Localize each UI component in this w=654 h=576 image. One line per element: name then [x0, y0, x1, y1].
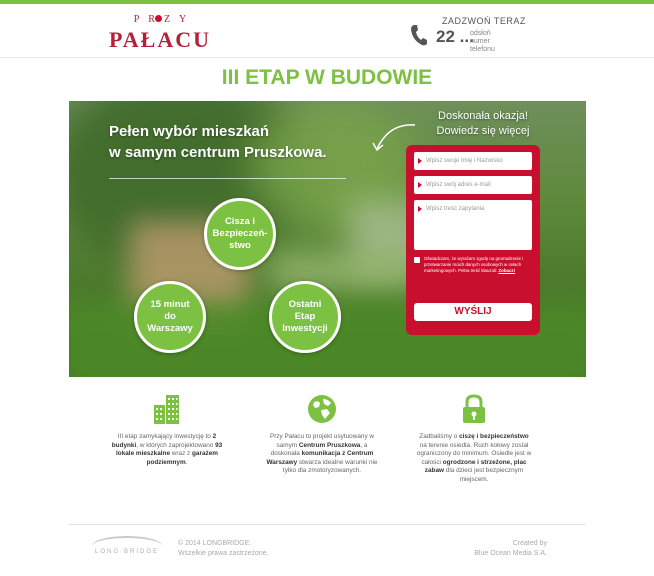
- padlock-icon: [463, 394, 485, 423]
- features-section: III etap zamykający inwestycję to 2 budy…: [0, 393, 654, 513]
- caret-right-icon: [418, 158, 422, 164]
- reveal-number-link[interactable]: odsłoń numer telefonu: [470, 30, 510, 54]
- copyright: © 2014 LONGBRIDGE. Wszelkie prawa zastrz…: [178, 539, 269, 559]
- bubble-label: Ostatni Etap Inwestycji: [282, 299, 328, 334]
- caret-right-icon: [418, 206, 422, 212]
- footer-logo-text: LONG·BRIDGE: [94, 549, 159, 555]
- feature-text-part: dla dzieci jest bezpiecznym miejscem.: [443, 467, 524, 483]
- email-field[interactable]: Wpisz swój adres e-mail: [414, 176, 532, 194]
- footer-divider: [69, 524, 586, 525]
- feature-text-bold: Centrum Pruszkowa: [298, 441, 361, 449]
- email-placeholder: Wpisz swój adres e-mail: [426, 182, 491, 188]
- feature-text-security: Zadbaliśmy o ciszę i bezpieczeństwo na t…: [416, 433, 532, 485]
- feature-text-part: stwarza idealne warunki nie tylko dla zm…: [282, 458, 378, 475]
- hero-divider: [109, 178, 346, 179]
- logo-big-text: PAŁACU: [108, 27, 212, 52]
- contact-form: Wpisz swoje Imię i Nazwisko Wpisz swój a…: [406, 145, 540, 335]
- logo[interactable]: PRZY PAŁACU: [105, 12, 215, 52]
- globe-icon: [308, 395, 336, 423]
- phone-icon: [411, 25, 427, 46]
- footer-logo[interactable]: LONG·BRIDGE: [92, 536, 162, 560]
- feature-text-part: , w których zaprojektowano: [136, 441, 216, 449]
- submit-button[interactable]: WYŚLIJ: [414, 303, 532, 321]
- feature-text-bold: ciszę i bezpieczeństwo: [459, 433, 529, 440]
- feature-bubble-commute: 15 minut do Warszawy: [134, 281, 206, 353]
- copyright-line2: Wszelkie prawa zastrzeżone.: [178, 550, 269, 557]
- feature-text-buildings: III etap zamykający inwestycję to 2 budy…: [109, 433, 225, 467]
- feature-text-part: .: [185, 458, 188, 466]
- bubble-label: Cisza i Bezpieczeń- stwo: [212, 216, 268, 251]
- question-placeholder: Wpisz treść zapytania: [426, 206, 485, 212]
- deal-callout: Doskonała okazja! Dowiedz się więcej: [423, 109, 543, 139]
- consent-block: Oświadczam, że wyrażam zgodę na gromadze…: [414, 256, 532, 274]
- call-now-label: ZADZWOŃ TERAZ: [442, 16, 526, 26]
- name-field[interactable]: Wpisz swoje Imię i Nazwisko: [414, 152, 532, 170]
- buildings-icon: [154, 395, 179, 424]
- hero-banner: Pełen wybór mieszkań w samym centrum Pru…: [69, 101, 586, 377]
- question-textarea[interactable]: Wpisz treść zapytania: [414, 200, 532, 250]
- feature-text-part: III etap zamykający inwestycję to: [117, 433, 213, 440]
- copyright-line1: © 2014 LONGBRIDGE.: [178, 540, 252, 547]
- feature-bubble-last-stage: Ostatni Etap Inwestycji: [269, 281, 341, 353]
- name-placeholder: Wpisz swoje Imię i Nazwisko: [426, 158, 503, 164]
- caret-right-icon: [418, 182, 422, 188]
- logo-dot-icon: [155, 15, 162, 22]
- deal-line1: Doskonała okazja!: [438, 110, 528, 122]
- bubble-label: 15 minut do Warszawy: [147, 299, 193, 334]
- consent-checkbox[interactable]: [414, 257, 420, 263]
- hero-title: Pełen wybór mieszkań w samym centrum Pru…: [109, 121, 327, 163]
- phone-number[interactable]: 22 ...: [436, 27, 474, 47]
- feature-text-location: Przy Pałacu to projekt usytuowany w samy…: [264, 433, 380, 476]
- hero-title-line2: w samym centrum Pruszkowa.: [109, 144, 327, 161]
- credits-line1: Created by: [512, 540, 547, 547]
- credits-line2[interactable]: Blue Ocean Media S.A.: [474, 549, 547, 559]
- site-header: PRZY PAŁACU ZADZWOŃ TERAZ 22 ... odsłoń …: [0, 4, 654, 58]
- feature-bubble-quiet: Cisza i Bezpieczeń- stwo: [204, 198, 276, 270]
- consent-more-link[interactable]: Zobacz!: [498, 268, 515, 273]
- credits: Created by Blue Ocean Media S.A.: [474, 539, 547, 559]
- feature-text-part: wraz z: [170, 450, 193, 458]
- feature-text-part: Zadbaliśmy o: [419, 433, 460, 440]
- deal-line2: Dowiedz się więcej: [436, 125, 530, 137]
- page-headline: III ETAP W BUDOWIE: [221, 66, 433, 89]
- hero-title-line1: Pełen wybór mieszkań: [109, 123, 270, 140]
